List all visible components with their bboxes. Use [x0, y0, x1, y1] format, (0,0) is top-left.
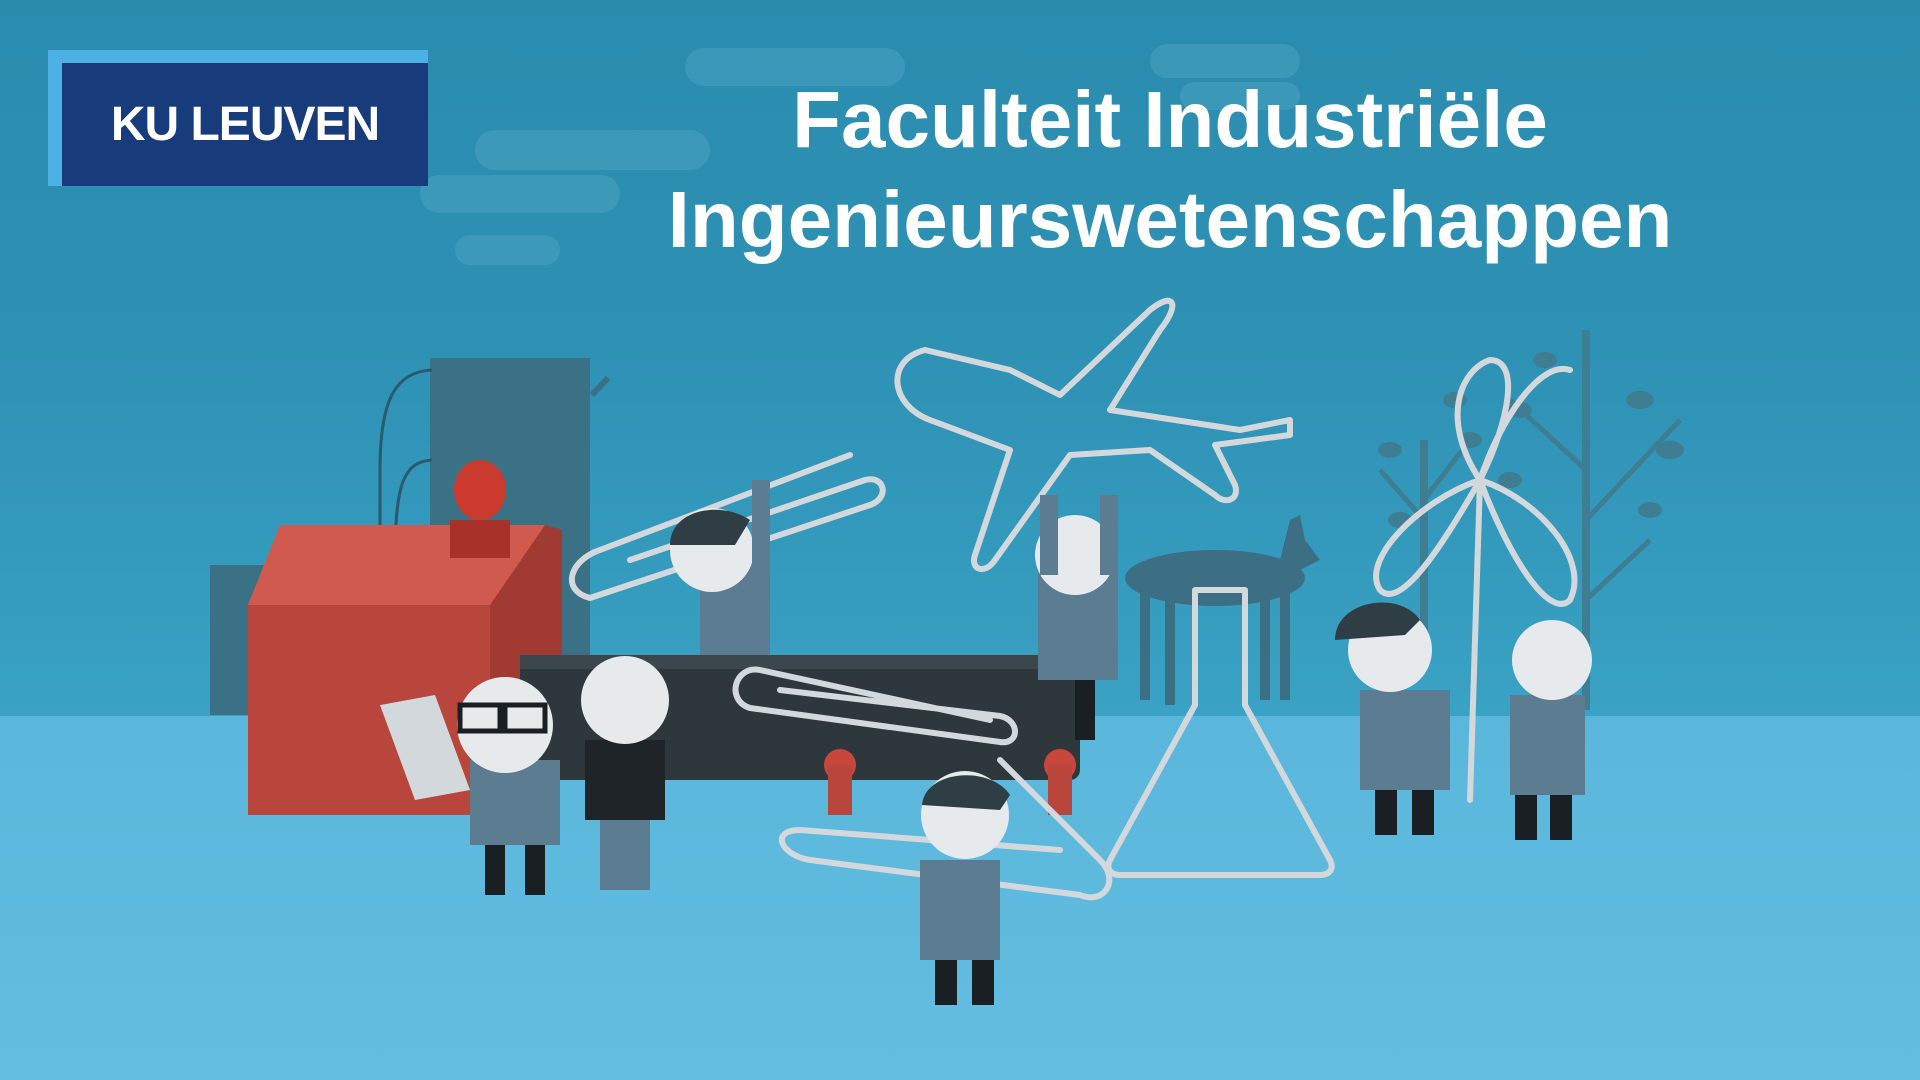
title-line-1: Faculteit Industriële [792, 75, 1548, 164]
ku-leuven-logo: KU LEUVEN [48, 50, 428, 186]
logo-box: KU LEUVEN [62, 63, 428, 186]
horse [1125, 515, 1320, 705]
slide-title: Faculteit Industriële Ingenieurswetensch… [560, 70, 1780, 270]
logo-text: KU LEUVEN [110, 98, 380, 151]
slide: KU LEUVEN Faculteit Industriële Ingenieu… [0, 0, 1920, 1080]
title-line-2: Ingenieurswetenschappen [667, 175, 1673, 264]
